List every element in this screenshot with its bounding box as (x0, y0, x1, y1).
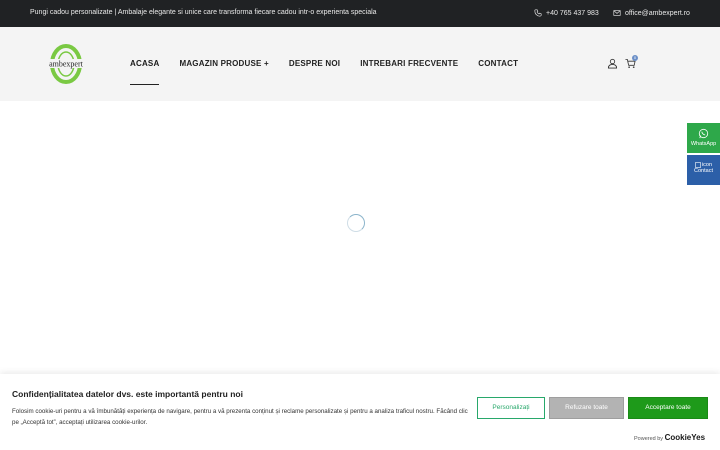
nav-item-despre-noi[interactable]: DESPRE NOI (289, 59, 340, 68)
logo-text: ambexpert (49, 60, 84, 69)
cookie-customize-button[interactable]: Personalizați (477, 397, 545, 419)
nav-item-contact[interactable]: CONTACT (478, 59, 518, 68)
phone-link[interactable]: +40 765 437 983 (534, 9, 599, 17)
cookie-title: Confidențialitatea datelor dvs. este imp… (12, 389, 243, 399)
contact-side-button[interactable]: icon Contact (687, 155, 720, 185)
email-link[interactable]: office@ambexpert.ro (613, 9, 690, 17)
nav-item-intrebari-frecvente[interactable]: INTREBARI FRECVENTE (360, 59, 458, 68)
top-tagline: Pungi cadou personalizate | Ambalaje ele… (30, 9, 377, 16)
top-bar: Pungi cadou personalizate | Ambalaje ele… (0, 0, 720, 27)
contact-side-label: Contact (694, 168, 713, 174)
whatsapp-label: WhatsApp (690, 141, 717, 147)
main-nav: ACASA MAGAZIN PRODUSE + DESPRE NOI INTRE… (130, 59, 538, 85)
loading-spinner (347, 214, 365, 232)
user-icon[interactable] (607, 58, 618, 69)
mail-icon (613, 10, 621, 16)
whatsapp-button[interactable]: WhatsApp (687, 123, 720, 153)
email-address: office@ambexpert.ro (625, 9, 690, 17)
cart-count-badge: 0 (632, 55, 638, 61)
phone-icon (534, 9, 542, 17)
cookie-powered-by[interactable]: Powered by CookieYes (634, 433, 705, 442)
phone-number: +40 765 437 983 (546, 9, 599, 17)
cookie-reject-button[interactable]: Refuzare toate (549, 397, 624, 419)
cookie-accept-button[interactable]: Acceptare toate (628, 397, 708, 419)
site-header: ambexpert ACASA MAGAZIN PRODUSE + DESPRE… (0, 27, 720, 101)
cookie-body: Folosim cookie-uri pentru a vă îmbunătăț… (12, 408, 468, 426)
ambexpert-logo[interactable]: ambexpert (45, 43, 87, 85)
nav-item-magazin-produse[interactable]: MAGAZIN PRODUSE + (179, 59, 268, 68)
nav-item-acasa[interactable]: ACASA (130, 59, 160, 85)
cookieyes-brand: CookieYes (664, 433, 706, 442)
cookie-banner: Confidențialitatea datelor dvs. este imp… (0, 374, 720, 450)
whatsapp-icon (698, 128, 709, 139)
powered-by-text: Powered by (634, 436, 664, 442)
